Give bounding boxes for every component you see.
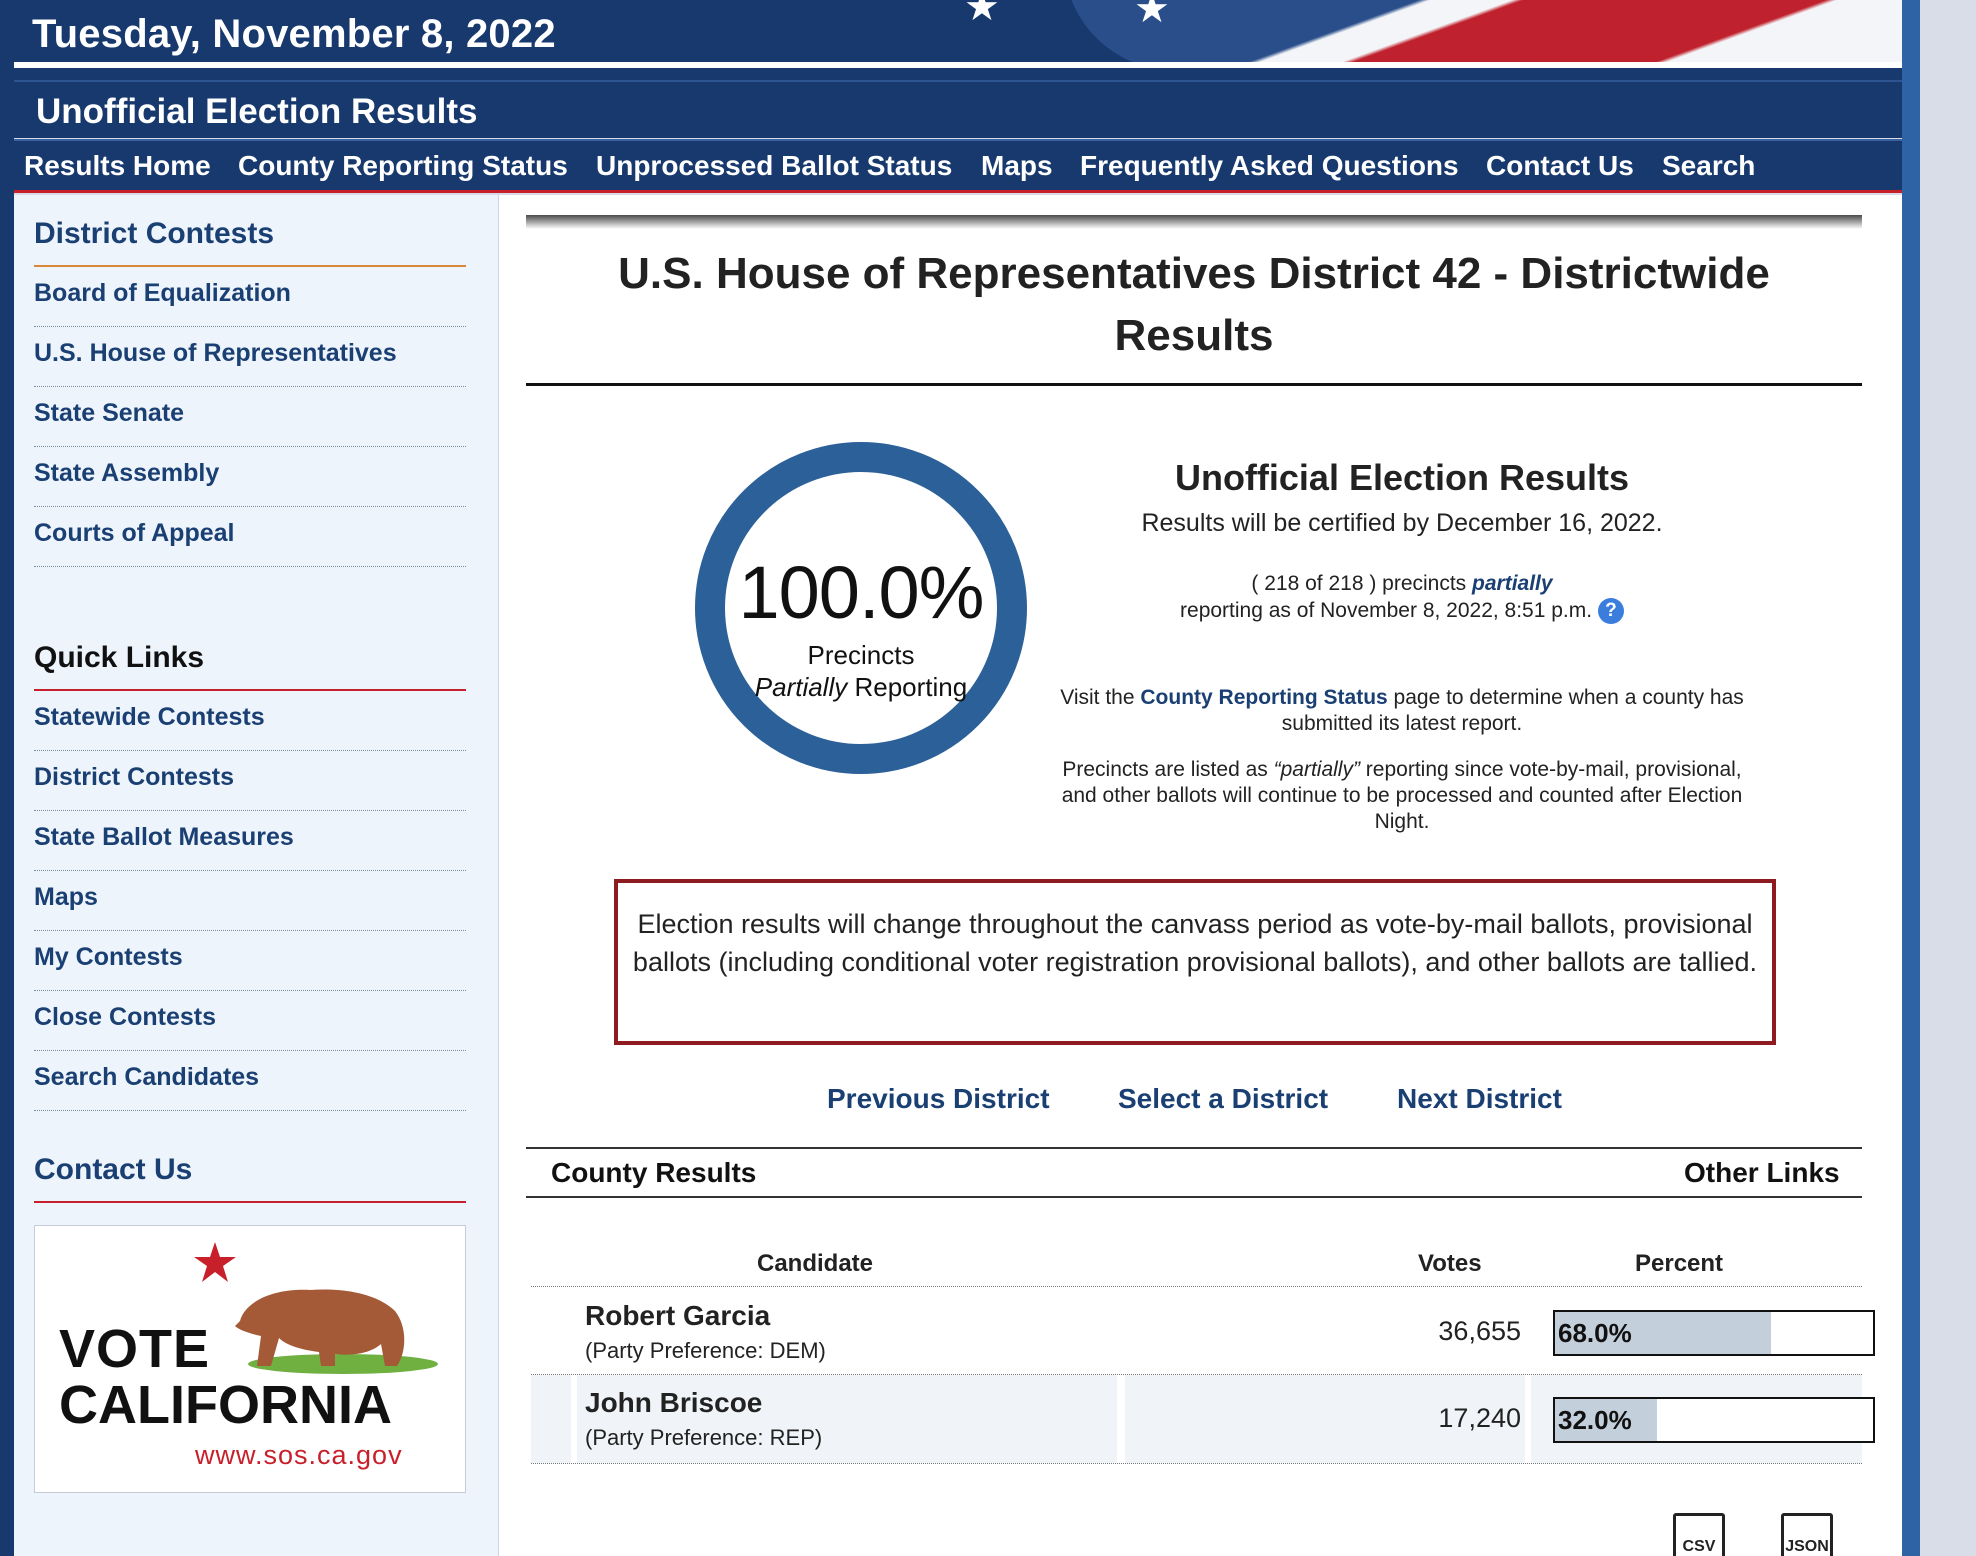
sidebar-item-us-house[interactable]: U.S. House of Representatives: [34, 327, 466, 387]
other-links-link[interactable]: Other Links: [1684, 1157, 1840, 1189]
logo-vote-text: VOTE: [59, 1319, 211, 1379]
main-content: U.S. House of Representatives District 4…: [498, 195, 1902, 1556]
main-nav: Results Home County Reporting Status Unp…: [14, 139, 1902, 193]
logo-california-text: CALIFORNIA: [59, 1375, 392, 1435]
ring-sublabel: Partially Reporting: [754, 672, 968, 702]
candidate-party: (Party Preference: REP): [585, 1425, 823, 1450]
nav-maps[interactable]: Maps: [981, 150, 1053, 182]
help-icon[interactable]: ?: [1597, 598, 1624, 625]
percent-value: 32.0%: [1558, 1405, 1632, 1435]
sidebar-item-state-senate[interactable]: State Senate: [34, 387, 466, 447]
nav-search[interactable]: Search: [1662, 150, 1755, 182]
sidebar-item-board-of-equalization[interactable]: Board of Equalization: [34, 267, 466, 327]
county-status-note: Visit the County Reporting Status page t…: [1060, 686, 1744, 735]
section-rule: [526, 1196, 1862, 1198]
json-download-icon[interactable]: JSON: [1781, 1513, 1833, 1556]
candidate-votes: 17,240: [1438, 1403, 1521, 1433]
section-rule: [526, 1147, 1862, 1149]
header-candidate: Candidate: [757, 1250, 874, 1277]
candidate-votes: 36,655: [1438, 1316, 1521, 1346]
ring-label: Precincts: [807, 640, 915, 670]
sidebar-item-state-assembly[interactable]: State Assembly: [34, 447, 466, 507]
sidebar-item-my-contests[interactable]: My Contests: [34, 931, 466, 991]
canvass-notice: Election results will change throughout …: [614, 879, 1776, 1045]
bear-icon: [235, 1289, 405, 1366]
page-frame-right: [1902, 0, 1920, 1556]
header-votes: Votes: [1418, 1250, 1482, 1277]
candidate-name: Robert Garcia: [585, 1300, 771, 1331]
percent-bar: 32.0%: [1553, 1397, 1875, 1443]
title-rule: [526, 383, 1862, 386]
select-district-link[interactable]: Select a District: [1118, 1083, 1328, 1115]
sidebar-heading-quick-links: Quick Links: [34, 641, 205, 674]
percent-value: 68.0%: [1558, 1318, 1632, 1348]
candidate-name: John Briscoe: [585, 1387, 763, 1418]
percent-bar: 68.0%: [1553, 1310, 1875, 1356]
page-background-right: [1920, 0, 1976, 1556]
nav-results-home[interactable]: Results Home: [24, 150, 211, 182]
star-icon: ★: [1134, 0, 1170, 31]
vote-california-logo[interactable]: VOTE CALIFORNIA www.sos.ca.gov: [34, 1225, 466, 1493]
next-district-link[interactable]: Next District: [1397, 1083, 1562, 1115]
nav-contact-us[interactable]: Contact Us: [1486, 150, 1634, 182]
ring-percent: 100.0%: [738, 551, 985, 634]
star-icon: ★: [964, 0, 1000, 29]
previous-district-link[interactable]: Previous District: [827, 1083, 1050, 1115]
nav-unprocessed-ballot-status[interactable]: Unprocessed Ballot Status: [596, 150, 952, 182]
flag-graphic: [1064, 0, 1902, 62]
sidebar-item-statewide-contests[interactable]: Statewide Contests: [34, 691, 466, 751]
precincts-status: ( 218 of 218 ) precincts partially repor…: [1059, 570, 1745, 625]
logo-url-text: www.sos.ca.gov: [195, 1440, 403, 1470]
title-shadow-bar: [526, 215, 1862, 229]
page-frame-left: [0, 0, 14, 1556]
partial-reporting-note: Precincts are listed as “partially” repo…: [1061, 758, 1743, 833]
page-title: U.S. House of Representatives District 4…: [618, 249, 1770, 360]
csv-download-icon[interactable]: CSV: [1673, 1513, 1725, 1556]
certification-date: Results will be certified by December 16…: [1141, 509, 1663, 537]
row-separator: [531, 1286, 1862, 1287]
precincts-reporting-ring: 100.0% Precincts Partially Reporting: [695, 442, 1027, 774]
candidate-party: (Party Preference: DEM): [585, 1338, 826, 1363]
sidebar-item-state-ballot-measures[interactable]: State Ballot Measures: [34, 811, 466, 871]
sidebar-heading-contact-us[interactable]: Contact Us: [34, 1153, 192, 1187]
info-heading: Unofficial Election Results: [1174, 457, 1630, 498]
sidebar-item-close-contests[interactable]: Close Contests: [34, 991, 466, 1051]
site-subtitle-bar: Unofficial Election Results: [14, 80, 1902, 138]
sidebar-item-district-contests[interactable]: District Contests: [34, 751, 466, 811]
table-row: John Briscoe (Party Preference: REP) 17,…: [531, 1375, 1875, 1463]
sidebar-item-courts-of-appeal[interactable]: Courts of Appeal: [34, 507, 466, 567]
row-separator: [531, 1463, 1862, 1464]
site-subtitle: Unofficial Election Results: [36, 92, 478, 131]
banner-divider: [14, 62, 1902, 82]
red-star-icon: [194, 1242, 236, 1282]
nav-county-reporting-status[interactable]: County Reporting Status: [238, 150, 568, 182]
grass-graphic: [248, 1354, 438, 1374]
nav-faq[interactable]: Frequently Asked Questions: [1080, 150, 1459, 182]
sidebar-item-maps[interactable]: Maps: [34, 871, 466, 931]
sidebar-heading-district-contests: District Contests: [34, 217, 275, 250]
sidebar-rule: [34, 1201, 466, 1203]
election-date: Tuesday, November 8, 2022: [32, 12, 556, 56]
table-row: Robert Garcia (Party Preference: DEM) 36…: [531, 1288, 1875, 1376]
header-percent: Percent: [1635, 1250, 1724, 1277]
county-results-link[interactable]: County Results: [551, 1157, 756, 1189]
header-banner: ★ ★ Tuesday, November 8, 2022: [14, 0, 1902, 62]
sidebar: District Contests Board of Equalization …: [14, 195, 498, 1556]
sidebar-item-search-candidates[interactable]: Search Candidates: [34, 1051, 466, 1111]
county-reporting-status-link[interactable]: County Reporting Status: [1140, 686, 1387, 709]
